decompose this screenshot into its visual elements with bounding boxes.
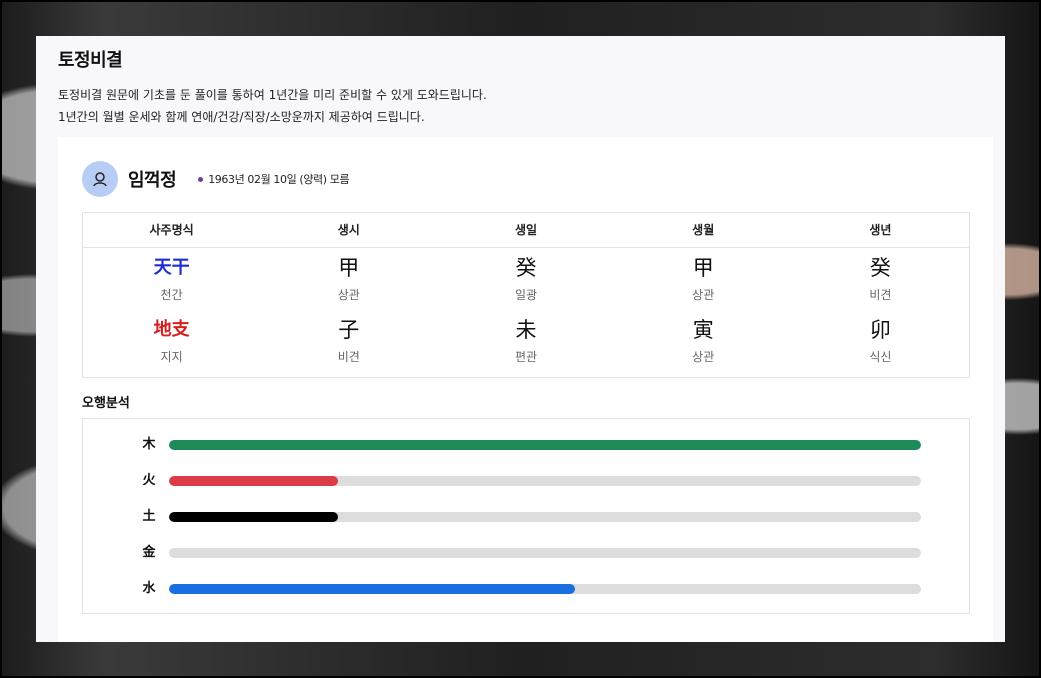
row-label-hanja: 天干 — [153, 257, 190, 278]
saju-cell: 寅 상관 — [615, 310, 792, 372]
tojeong-panel: 토정비결 토정비결 원문에 기초를 둔 풀이를 통하여 1년간을 미리 준비할 … — [36, 36, 1005, 642]
saju-cell: 甲 상관 — [260, 248, 437, 310]
saju-cell: 卯 식신 — [792, 310, 969, 372]
ohaeng-bar-track — [169, 476, 921, 486]
page-title: 토정비결 — [58, 50, 123, 71]
row-label-hangul: 지지 — [160, 350, 183, 364]
branch-char: 卯 — [869, 318, 891, 342]
stem-char: 癸 — [869, 256, 891, 280]
ohaeng-label: 金 — [142, 545, 156, 560]
ten-god: 상관 — [692, 288, 715, 302]
bullet-dot — [198, 176, 204, 182]
row-label-cell: 天干 천간 — [83, 248, 260, 310]
result-card: 임꺽정 1963년 02월 10일 (양력) 모름 사주명식 생시 생일 생월 … — [58, 137, 993, 642]
row-label-hangul: 천간 — [160, 288, 183, 302]
saju-cell: 甲 상관 — [615, 248, 792, 310]
ohaeng-bar-track — [169, 548, 921, 558]
jiji-row: 地支 지지 子 비견 未 편관 寅 상관 卯 식신 — [83, 310, 969, 372]
description-line-1: 토정비결 원문에 기초를 둔 풀이를 통하여 1년간을 미리 준비할 수 있게 … — [58, 88, 487, 102]
cheongan-row: 天干 천간 甲 상관 癸 일광 甲 상관 癸 비견 — [83, 248, 969, 310]
birth-date: 1963년 02월 10일 (양력) 모름 — [208, 173, 350, 186]
saju-header-cell: 생시 — [337, 223, 360, 237]
saju-cell: 癸 비견 — [792, 248, 969, 310]
person-name: 임꺽정 — [128, 170, 177, 191]
ten-god: 비견 — [337, 350, 360, 364]
ten-god: 일광 — [514, 288, 538, 302]
ohaeng-label: 火 — [142, 473, 156, 488]
saju-header-cell: 생월 — [692, 223, 715, 237]
ten-god: 비견 — [869, 288, 892, 302]
saju-cell: 子 비견 — [260, 310, 437, 372]
branch-char: 子 — [338, 318, 360, 342]
branch-char: 未 — [515, 318, 537, 342]
ohaeng-bar-fill — [169, 584, 576, 594]
ohaeng-bar-track — [169, 512, 921, 522]
branch-char: 寅 — [692, 318, 714, 342]
stem-char: 甲 — [692, 256, 714, 280]
ohaeng-label: 水 — [142, 581, 156, 596]
description-line-2: 1년간의 월별 운세와 함께 연애/건강/직장/소망운까지 제공하여 드립니다. — [58, 110, 425, 124]
ten-god: 식신 — [869, 350, 892, 364]
ohaeng-bar-row: 金 — [83, 545, 969, 561]
stem-char: 癸 — [515, 256, 537, 280]
ten-god: 상관 — [692, 350, 715, 364]
saju-cell: 未 편관 — [437, 310, 614, 372]
saju-table: 사주명식 생시 생일 생월 생년 天干 천간 甲 상관 癸 일광 甲 상관 癸 … — [82, 212, 970, 378]
saju-header-cell: 사주명식 — [149, 223, 194, 237]
ohaeng-chart: 木火土金水 — [82, 418, 970, 614]
person-info: 임꺽정 1963년 02월 10일 (양력) 모름 — [82, 161, 350, 197]
ohaeng-bar-row: 木 — [83, 437, 969, 453]
ohaeng-bar-track — [169, 440, 921, 450]
ten-god: 상관 — [337, 288, 360, 302]
saju-header-cell: 생년 — [869, 223, 892, 237]
ohaeng-bar-row: 水 — [83, 581, 969, 597]
row-label-hanja: 地支 — [153, 319, 190, 340]
panel-header: 토정비결 토정비결 원문에 기초를 둔 풀이를 통하여 1년간을 미리 준비할 … — [36, 36, 1005, 137]
ohaeng-title: 오행분석 — [82, 396, 130, 411]
ohaeng-bar-fill — [169, 476, 339, 486]
ten-god: 편관 — [514, 350, 538, 364]
ohaeng-bar-row: 土 — [83, 509, 969, 525]
ohaeng-label: 土 — [142, 509, 156, 524]
user-icon — [93, 172, 107, 187]
ohaeng-bar-fill — [169, 512, 339, 522]
row-label-cell: 地支 지지 — [83, 310, 260, 372]
saju-header-row: 사주명식 생시 생일 생월 생년 — [83, 213, 969, 248]
saju-header-cell: 생일 — [514, 223, 538, 237]
avatar — [82, 161, 118, 197]
ohaeng-label: 木 — [142, 437, 156, 452]
ohaeng-bar-fill — [169, 440, 921, 450]
ohaeng-bar-track — [169, 584, 921, 594]
stem-char: 甲 — [338, 256, 360, 280]
saju-cell: 癸 일광 — [437, 248, 614, 310]
ohaeng-bar-row: 火 — [83, 473, 969, 489]
birth-info: 1963년 02월 10일 (양력) 모름 — [198, 171, 350, 187]
